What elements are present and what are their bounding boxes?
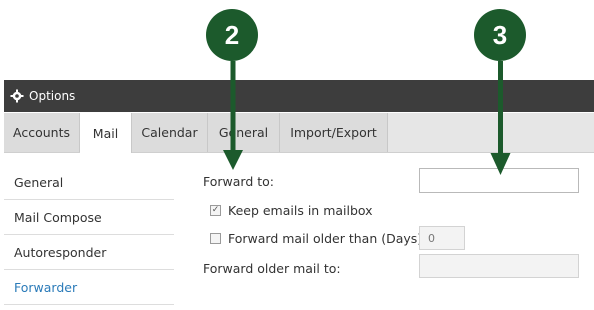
tab-calendar[interactable]: Calendar — [132, 113, 208, 152]
keep-emails-label: Keep emails in mailbox — [228, 203, 373, 218]
options-titlebar: Options — [4, 80, 594, 112]
tab-mail[interactable]: Mail — [80, 113, 132, 153]
callout-2: 2 — [206, 9, 258, 61]
tab-import-export[interactable]: Import/Export — [280, 113, 388, 152]
mail-sidebar: General Mail Compose Autoresponder Forwa… — [4, 165, 174, 305]
forward-older-checkbox[interactable] — [210, 233, 221, 244]
callout-3: 3 — [474, 9, 526, 61]
gear-icon — [10, 89, 24, 103]
days-input[interactable]: 0 — [419, 226, 465, 250]
tab-general[interactable]: General — [208, 113, 280, 152]
forward-older-to-input[interactable] — [419, 254, 579, 278]
sidebar-item-forwarder[interactable]: Forwarder — [4, 270, 174, 305]
tab-accounts[interactable]: Accounts — [4, 113, 80, 152]
window-title: Options — [29, 89, 76, 103]
forward-older-label: Forward mail older than (Days): — [228, 231, 427, 246]
forward-to-label: Forward to: — [203, 174, 275, 189]
forward-to-input[interactable] — [419, 168, 579, 193]
sidebar-item-mail-compose[interactable]: Mail Compose — [4, 200, 174, 235]
sidebar-item-autoresponder[interactable]: Autoresponder — [4, 235, 174, 270]
forward-older-to-label: Forward older mail to: — [203, 261, 341, 276]
sidebar-item-general[interactable]: General — [4, 165, 174, 200]
keep-emails-checkbox[interactable]: ✓ — [210, 205, 221, 216]
tab-bar: Accounts Mail Calendar General Import/Ex… — [4, 113, 594, 153]
